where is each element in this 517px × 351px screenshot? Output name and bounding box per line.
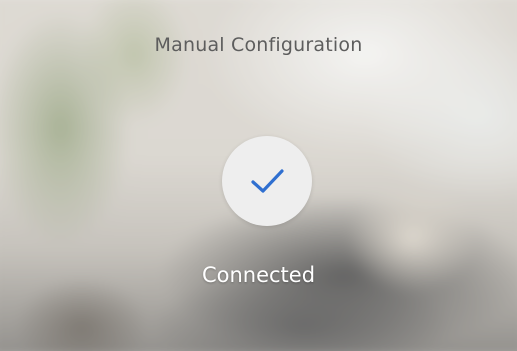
page-title: Manual Configuration <box>154 34 363 56</box>
connection-status-label: Connected <box>201 263 316 287</box>
success-badge <box>222 136 312 226</box>
checkmark-icon <box>251 169 284 193</box>
connection-screen: Manual Configuration Connected <box>0 0 517 351</box>
